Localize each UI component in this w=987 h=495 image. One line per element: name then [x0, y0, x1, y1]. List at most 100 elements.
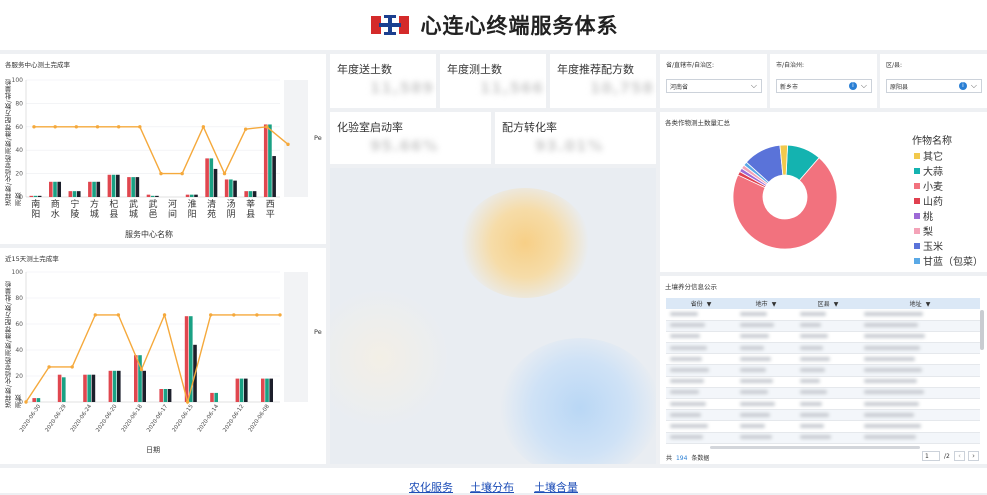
table-row[interactable]	[666, 320, 980, 332]
rate-point	[116, 125, 121, 129]
bar	[57, 374, 62, 402]
kpi-label: 年度测土数	[447, 63, 502, 76]
legend-item[interactable]: 桃	[914, 208, 933, 223]
redacted-value	[800, 368, 825, 373]
bar	[57, 181, 62, 197]
sort-caret-icon[interactable]: ▼	[707, 301, 712, 308]
sort-caret-icon[interactable]: ▼	[926, 301, 931, 308]
crop-pie-panel: 各类作物测土数量汇总 作物名称 其它 大蒜 小麦 山药桃梨玉米 甘蓝（包菜）	[660, 112, 987, 272]
redacted-value	[864, 435, 916, 440]
column-header-province[interactable]: 省份 ▼	[666, 298, 736, 309]
record-count-suffix: 条数据	[691, 455, 710, 462]
table-row[interactable]	[666, 398, 980, 411]
column-header-city[interactable]: 地市 ▼	[736, 298, 796, 309]
legend-label: 小麦	[923, 182, 943, 193]
kpi-value: 11,566	[480, 79, 544, 97]
rate-point	[278, 313, 282, 317]
y2-axis-strip	[284, 272, 308, 402]
table-hscrollbar[interactable]	[710, 446, 920, 449]
company-logo	[369, 12, 411, 38]
bar	[107, 174, 112, 197]
bar	[244, 378, 248, 402]
x-tick-label: 淮	[188, 199, 197, 210]
legend-item[interactable]: 玉米	[914, 238, 943, 253]
table-cell	[736, 387, 796, 400]
sort-caret-icon[interactable]: ▼	[834, 301, 839, 308]
y-tick-label: 100	[12, 77, 24, 84]
bar	[263, 124, 268, 197]
prev-page-button[interactable]: ‹	[954, 451, 965, 461]
rate-point	[286, 142, 290, 147]
table-cell	[796, 342, 860, 355]
rate-point	[232, 313, 236, 317]
table-row[interactable]	[666, 309, 980, 321]
table-scrollbar[interactable]	[980, 310, 984, 350]
bar	[268, 124, 272, 197]
y-tick-label: 80	[15, 100, 23, 107]
bar	[53, 181, 57, 197]
rate-point	[209, 313, 213, 317]
table-row[interactable]	[666, 420, 980, 433]
table-row[interactable]	[666, 432, 980, 444]
legend-item[interactable]: 小麦	[914, 178, 943, 193]
redacted-value	[670, 412, 701, 417]
bar	[83, 374, 87, 402]
table-row[interactable]	[666, 364, 980, 377]
table-cell	[860, 320, 980, 332]
x-tick-label: 2020-06-12	[222, 404, 245, 434]
bar	[36, 398, 41, 402]
table-row[interactable]	[666, 342, 980, 355]
page-input[interactable]: 1	[922, 451, 940, 461]
table-row[interactable]	[666, 376, 980, 388]
legend-item[interactable]: 甘蓝（包菜）	[914, 253, 983, 268]
county-select[interactable]: 原阳县 i ⌵	[886, 79, 982, 93]
sort-caret-icon[interactable]: ▼	[772, 301, 777, 308]
next-page-button[interactable]: ›	[968, 451, 979, 461]
legend-swatch	[914, 167, 920, 174]
x-tick-label: 杞	[109, 198, 118, 210]
table-cell	[860, 432, 980, 444]
bar	[269, 378, 273, 402]
bar	[163, 389, 168, 402]
table-row[interactable]	[666, 353, 980, 366]
table-cell	[736, 364, 796, 377]
legend-item[interactable]: 梨	[914, 223, 933, 238]
legend-item[interactable]: 其它	[914, 148, 943, 163]
table-cell	[860, 309, 980, 321]
soil-info-table-panel: 土壤养分信息公示 省份 ▼ 地市 ▼ 区县 ▼ 地址 ▼ 共 194 条数据 1 /2 …	[660, 276, 987, 464]
table-row[interactable]	[666, 331, 980, 344]
redacted-value	[864, 379, 917, 384]
rate-point	[70, 365, 74, 369]
chevron-down-icon[interactable]: ⌵	[751, 81, 757, 91]
city-select[interactable]: 新乡市 i ⌵	[776, 79, 872, 93]
kpi-value: 11,589	[370, 79, 434, 97]
x-tick-label: 苑	[207, 208, 216, 220]
legend-item[interactable]: 大蒜	[914, 163, 943, 178]
column-header-address[interactable]: 地址 ▼	[860, 298, 980, 309]
table-title: 土壤养分信息公示	[665, 283, 717, 291]
legend-item[interactable]: 山药	[914, 193, 943, 208]
kpi-value: 95.66%	[370, 137, 439, 155]
rate-point	[255, 313, 259, 317]
redacted-value	[800, 323, 821, 328]
column-header-county[interactable]: 区县 ▼	[796, 298, 860, 309]
table-cell	[666, 320, 736, 332]
soil-heat-map[interactable]	[330, 168, 656, 464]
legend-swatch	[914, 227, 920, 234]
table-row[interactable]	[666, 387, 980, 400]
rate-point	[265, 125, 269, 129]
chevron-down-icon[interactable]: ⌵	[971, 81, 977, 91]
redacted-value	[740, 423, 765, 428]
kpi-value: 10,758	[590, 79, 654, 97]
city-select-value: 新乡市	[780, 84, 799, 91]
table-row[interactable]	[666, 409, 980, 422]
y-tick-label: 20	[15, 373, 23, 380]
table-cell	[860, 364, 980, 377]
bar	[167, 389, 172, 402]
x-tick-label: 2020-06-08	[248, 403, 272, 433]
center-completion-chart-panel: 各服务中心测土完成率 送样数/化验室检测数/推荐配方数/批量检测数 Pe 100…	[0, 54, 326, 244]
chevron-down-icon[interactable]: ⌵	[861, 81, 867, 91]
province-select[interactable]: 河南省 ⌵	[666, 79, 762, 93]
bar	[150, 195, 155, 197]
bar	[131, 177, 135, 197]
